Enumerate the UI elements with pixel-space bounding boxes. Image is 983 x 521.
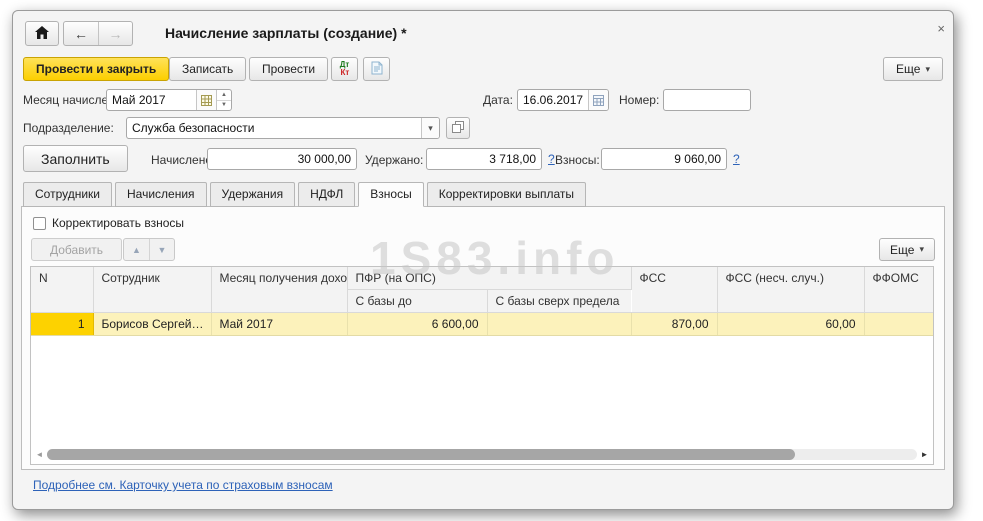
more-button-top[interactable]: Еще▾ <box>883 57 943 81</box>
adjust-contributions-label: Корректировать взносы <box>52 216 184 230</box>
open-in-window-icon <box>452 121 464 136</box>
home-icon <box>35 26 49 42</box>
post-and-close-button[interactable]: Провести и закрыть <box>23 57 169 81</box>
withheld-label: Удержано: <box>365 153 423 167</box>
chevron-down-icon[interactable]: ▾ <box>421 118 439 138</box>
scrollbar-track[interactable] <box>47 449 917 460</box>
contributions-help-link[interactable]: ? <box>733 152 740 166</box>
post-button[interactable]: Провести <box>249 57 328 81</box>
adjust-contributions-row: Корректировать взносы <box>33 216 184 230</box>
date-value[interactable]: 16.06.2017 <box>518 90 588 110</box>
table-command-bar: Добавить ▲ ▼ Еще▾ <box>31 238 935 261</box>
calendar-icon[interactable] <box>588 90 608 110</box>
dtkt-icon: ДтКт <box>340 61 350 77</box>
write-button[interactable]: Записать <box>169 57 246 81</box>
cell-fss[interactable]: 870,00 <box>631 313 717 336</box>
month-field[interactable]: Май 2017 ▲ ▼ <box>106 89 232 111</box>
accrued-label: Начислено: <box>151 153 215 167</box>
contributions-panel: 1S83.info Корректировать взносы Добавить… <box>21 206 945 470</box>
salary-accrual-window: ← → Начисление зарплаты (создание) * × П… <box>12 10 954 510</box>
tab-accruals[interactable]: Начисления <box>115 182 207 207</box>
withheld-help-link[interactable]: ? <box>548 152 555 166</box>
back-button[interactable]: ← <box>64 22 98 45</box>
accrued-value[interactable]: 30 000,00 <box>208 149 356 169</box>
tab-employees[interactable]: Сотрудники <box>23 182 112 207</box>
month-spinner[interactable]: ▲ ▼ <box>216 90 231 110</box>
move-down-icon[interactable]: ▼ <box>149 239 174 260</box>
cell-pfr-over[interactable] <box>487 313 631 336</box>
number-value[interactable] <box>664 90 750 110</box>
horizontal-scrollbar[interactable]: ◄ ► <box>34 448 930 461</box>
scrollbar-thumb[interactable] <box>47 449 795 460</box>
toolbar: Провести и закрыть Записать Провести ДтК… <box>23 57 943 83</box>
col-header-pfr-under[interactable]: С базы до <box>347 290 487 313</box>
move-row-group: ▲ ▼ <box>123 238 175 261</box>
contributions-field[interactable]: 9 060,00 <box>601 148 727 170</box>
insurance-card-details-link[interactable]: Подробнее см. Карточку учета по страховы… <box>33 478 333 492</box>
col-header-income-month[interactable]: Месяц получения дохода <box>211 267 347 313</box>
home-button[interactable] <box>25 21 59 46</box>
month-value[interactable]: Май 2017 <box>107 90 196 110</box>
page-title: Начисление зарплаты (создание) * <box>165 25 407 41</box>
accrued-field[interactable]: 30 000,00 <box>207 148 357 170</box>
forward-icon: → <box>109 26 123 42</box>
col-header-fss[interactable]: ФСС <box>631 267 717 313</box>
date-field[interactable]: 16.06.2017 <box>517 89 609 111</box>
tab-payment-adjustments[interactable]: Корректировки выплаты <box>427 182 586 207</box>
calendar-icon[interactable] <box>196 90 216 110</box>
tab-bar: Сотрудники Начисления Удержания НДФЛ Взн… <box>23 182 589 207</box>
more-button-table[interactable]: Еще▾ <box>879 238 935 261</box>
cell-fss-accident[interactable]: 60,00 <box>717 313 864 336</box>
cell-n[interactable]: 1 <box>31 313 93 336</box>
contributions-value[interactable]: 9 060,00 <box>602 149 726 169</box>
number-label: Номер: <box>619 93 659 107</box>
date-label: Дата: <box>483 93 513 107</box>
number-field[interactable] <box>663 89 751 111</box>
tab-deductions[interactable]: Удержания <box>210 182 296 207</box>
document-icon <box>371 61 383 78</box>
col-header-pfr-over[interactable]: С базы сверх предела <box>487 290 631 313</box>
tab-ndfl[interactable]: НДФЛ <box>298 182 355 207</box>
move-up-icon[interactable]: ▲ <box>124 239 149 260</box>
spinner-up-icon[interactable]: ▲ <box>217 90 231 100</box>
col-header-pfr[interactable]: ПФР (на ОПС) <box>347 267 631 290</box>
adjust-contributions-checkbox[interactable] <box>33 217 46 230</box>
withheld-value[interactable]: 3 718,00 <box>427 149 541 169</box>
back-icon: ← <box>74 26 88 42</box>
add-row-button[interactable]: Добавить <box>31 238 122 261</box>
department-combo[interactable]: Служба безопасности ▾ <box>126 117 440 139</box>
contributions-label: Взносы: <box>555 153 600 167</box>
cell-pfr-under[interactable]: 6 600,00 <box>347 313 487 336</box>
report-button[interactable] <box>363 57 390 81</box>
chevron-down-icon: ▾ <box>925 64 930 75</box>
department-label: Подразделение: <box>23 121 114 135</box>
forward-button[interactable]: → <box>98 22 132 45</box>
chevron-down-icon: ▾ <box>919 244 924 255</box>
col-header-n[interactable]: N <box>31 267 93 313</box>
cell-employee[interactable]: Борисов Сергей… <box>93 313 211 336</box>
contributions-table: N Сотрудник Месяц получения дохода ПФР (… <box>30 266 934 465</box>
history-nav-group: ← → <box>63 21 133 46</box>
open-department-button[interactable] <box>446 117 470 139</box>
col-header-employee[interactable]: Сотрудник <box>93 267 211 313</box>
cell-ffoms[interactable] <box>864 313 933 336</box>
spinner-down-icon[interactable]: ▼ <box>217 100 231 111</box>
table-row[interactable]: 1 Борисов Сергей… Май 2017 6 600,00 870,… <box>31 313 933 336</box>
col-header-ffoms[interactable]: ФФОМС <box>864 267 933 313</box>
scroll-left-icon[interactable]: ◄ <box>34 450 45 459</box>
withheld-field[interactable]: 3 718,00 <box>426 148 542 170</box>
dtkt-postings-button[interactable]: ДтКт <box>331 57 358 81</box>
tab-contributions[interactable]: Взносы <box>358 182 423 207</box>
close-icon[interactable]: × <box>937 21 945 36</box>
scroll-right-icon[interactable]: ► <box>919 450 930 459</box>
col-header-fss-accident[interactable]: ФСС (несч. случ.) <box>717 267 864 313</box>
department-value[interactable]: Служба безопасности <box>127 118 421 138</box>
cell-income-month[interactable]: Май 2017 <box>211 313 347 336</box>
fill-button[interactable]: Заполнить <box>23 145 128 172</box>
